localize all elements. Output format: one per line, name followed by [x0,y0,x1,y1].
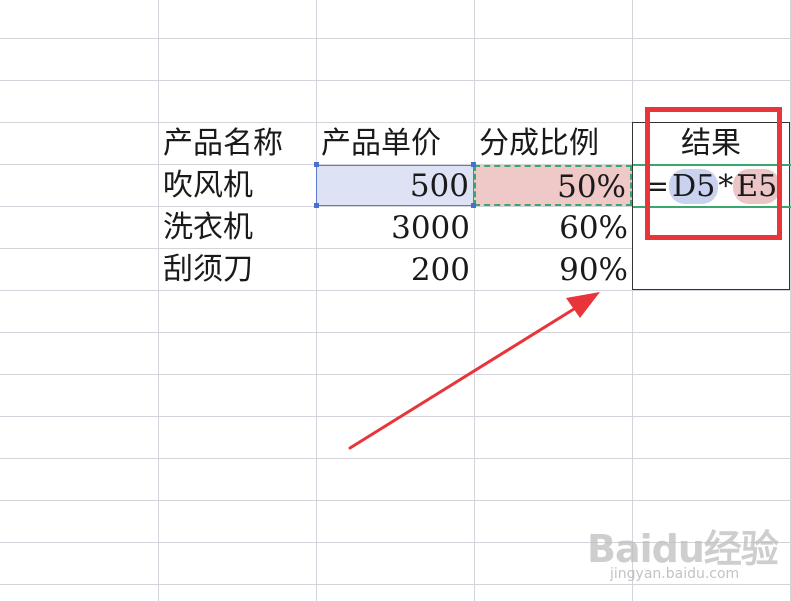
active-cell-border-bottom [633,206,791,208]
range-handle[interactable] [314,162,319,167]
formula-operator: * [718,169,734,204]
range-handle[interactable] [314,203,319,208]
cell-ratio-row1-referenced[interactable]: 50% [474,165,632,206]
formula-ref-e5: E5 [733,169,781,204]
active-cell-border-top [633,164,791,166]
gridline [0,374,791,375]
baidu-watermark-url: jingyan.baidu.com [610,566,740,582]
header-split-ratio[interactable]: 分成比例 [474,124,632,164]
gridline [0,584,791,585]
cell-price-row2[interactable]: 3000 [316,208,474,248]
gridline [316,0,317,601]
formula-edit-cell[interactable]: = D5 * E5 [644,168,781,206]
gridline [0,458,791,459]
formula-equals: = [644,169,670,204]
gridline [0,38,791,39]
gridline [158,0,159,601]
gridline [0,332,791,333]
cell-ratio-row2[interactable]: 60% [474,208,632,248]
header-product-name[interactable]: 产品名称 [158,124,316,164]
gridline [0,80,791,81]
cell-price-row3[interactable]: 200 [316,250,474,290]
cell-name-row3[interactable]: 刮须刀 [158,250,316,290]
gridline [0,416,791,417]
spreadsheet-grid[interactable]: 产品名称 产品单价 分成比例 结果 吹风机 500 50% 洗衣机 3000 6… [0,0,791,601]
gridline [632,0,633,601]
range-handle[interactable] [471,162,476,167]
baidu-watermark-logo: Baidu经验 [587,527,779,571]
gridline [474,0,475,601]
gridline [0,500,791,501]
range-handle[interactable] [471,203,476,208]
header-unit-price[interactable]: 产品单价 [316,124,474,164]
formula-ref-d5: D5 [669,169,719,204]
cell-name-row1[interactable]: 吹风机 [158,166,316,206]
cell-price-row1-referenced[interactable]: 500 [316,165,474,206]
cell-name-row2[interactable]: 洗衣机 [158,208,316,248]
header-result[interactable]: 结果 [632,124,790,164]
gridline [0,290,791,291]
cell-ratio-row3[interactable]: 90% [474,250,632,290]
